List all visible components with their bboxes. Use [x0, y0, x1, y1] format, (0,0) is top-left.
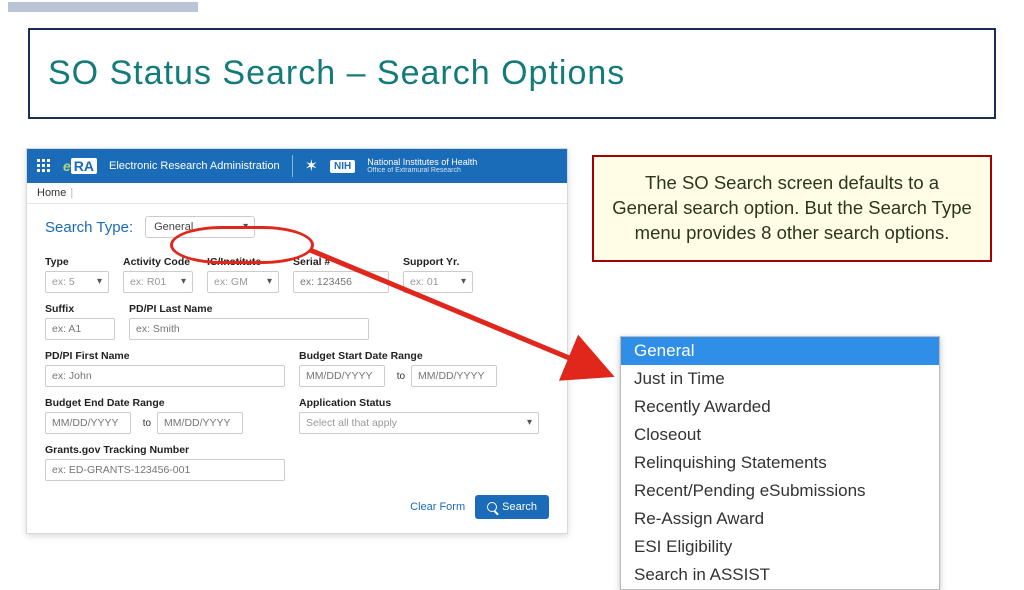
home-link[interactable]: Home: [37, 187, 66, 199]
dropdown-item[interactable]: Relinquishing Statements: [621, 449, 939, 477]
search-type-label: Search Type:: [45, 219, 133, 236]
to-label: to: [397, 371, 405, 382]
dropdown-item[interactable]: General: [621, 337, 939, 365]
last-name-input[interactable]: [129, 318, 369, 340]
tracking-label: Grants.gov Tracking Number: [45, 444, 285, 456]
app-window: eRA Electronic Research Administration ✶…: [26, 148, 568, 534]
app-status-select[interactable]: Select all that apply: [299, 412, 539, 434]
first-name-label: PD/PI First Name: [45, 350, 285, 362]
tracking-input[interactable]: [45, 459, 285, 481]
search-type-dropdown: GeneralJust in TimeRecently AwardedClose…: [620, 336, 940, 590]
nih-text: National Institutes of Health Office of …: [367, 158, 477, 174]
suffix-label: Suffix: [45, 303, 115, 315]
dropdown-item[interactable]: Just in Time: [621, 365, 939, 393]
apps-grid-icon[interactable]: [37, 159, 51, 173]
breadcrumb: Home|: [27, 183, 567, 204]
decorative-bar: [8, 2, 198, 12]
type-label: Type: [45, 256, 109, 268]
budget-start-from[interactable]: [299, 365, 385, 387]
app-status-label: Application Status: [299, 397, 539, 409]
type-input[interactable]: ex: 5: [45, 271, 109, 293]
suffix-input[interactable]: [45, 318, 115, 340]
support-yr-input[interactable]: ex: 01: [403, 271, 473, 293]
nih-badge: NIH: [330, 160, 355, 173]
last-name-label: PD/PI Last Name: [129, 303, 369, 315]
first-name-input[interactable]: [45, 365, 285, 387]
separator: [292, 155, 293, 177]
era-logo: eRA: [63, 158, 97, 174]
highlight-ring: [170, 226, 314, 264]
ic-input[interactable]: ex: GM: [207, 271, 279, 293]
brand-text: Electronic Research Administration: [109, 160, 280, 172]
dropdown-item[interactable]: Recent/Pending eSubmissions: [621, 477, 939, 505]
title-frame: SO Status Search – Search Options: [28, 28, 996, 119]
serial-input[interactable]: [293, 271, 389, 293]
budget-end-to[interactable]: [157, 412, 243, 434]
app-header: eRA Electronic Research Administration ✶…: [27, 149, 567, 183]
page-title: SO Status Search – Search Options: [48, 54, 976, 93]
support-yr-label: Support Yr.: [403, 256, 473, 268]
dropdown-item[interactable]: Closeout: [621, 421, 939, 449]
dropdown-item[interactable]: Re-Assign Award: [621, 505, 939, 533]
callout-box: The SO Search screen defaults to a Gener…: [592, 155, 992, 262]
search-icon: [487, 502, 497, 512]
budget-end-label: Budget End Date Range: [45, 397, 285, 409]
activity-code-label: Activity Code: [123, 256, 193, 268]
dropdown-item[interactable]: Recently Awarded: [621, 393, 939, 421]
serial-label: Serial #: [293, 256, 389, 268]
hhs-icon: ✶: [305, 156, 318, 176]
dropdown-item[interactable]: Search in ASSIST: [621, 561, 939, 589]
dropdown-item[interactable]: ESI Eligibility: [621, 533, 939, 561]
search-button[interactable]: Search: [475, 495, 549, 519]
clear-form-link[interactable]: Clear Form: [410, 501, 465, 513]
budget-start-to[interactable]: [411, 365, 497, 387]
to-label: to: [143, 418, 151, 429]
budget-end-from[interactable]: [45, 412, 131, 434]
activity-code-input[interactable]: ex: R01: [123, 271, 193, 293]
budget-start-label: Budget Start Date Range: [299, 350, 539, 362]
